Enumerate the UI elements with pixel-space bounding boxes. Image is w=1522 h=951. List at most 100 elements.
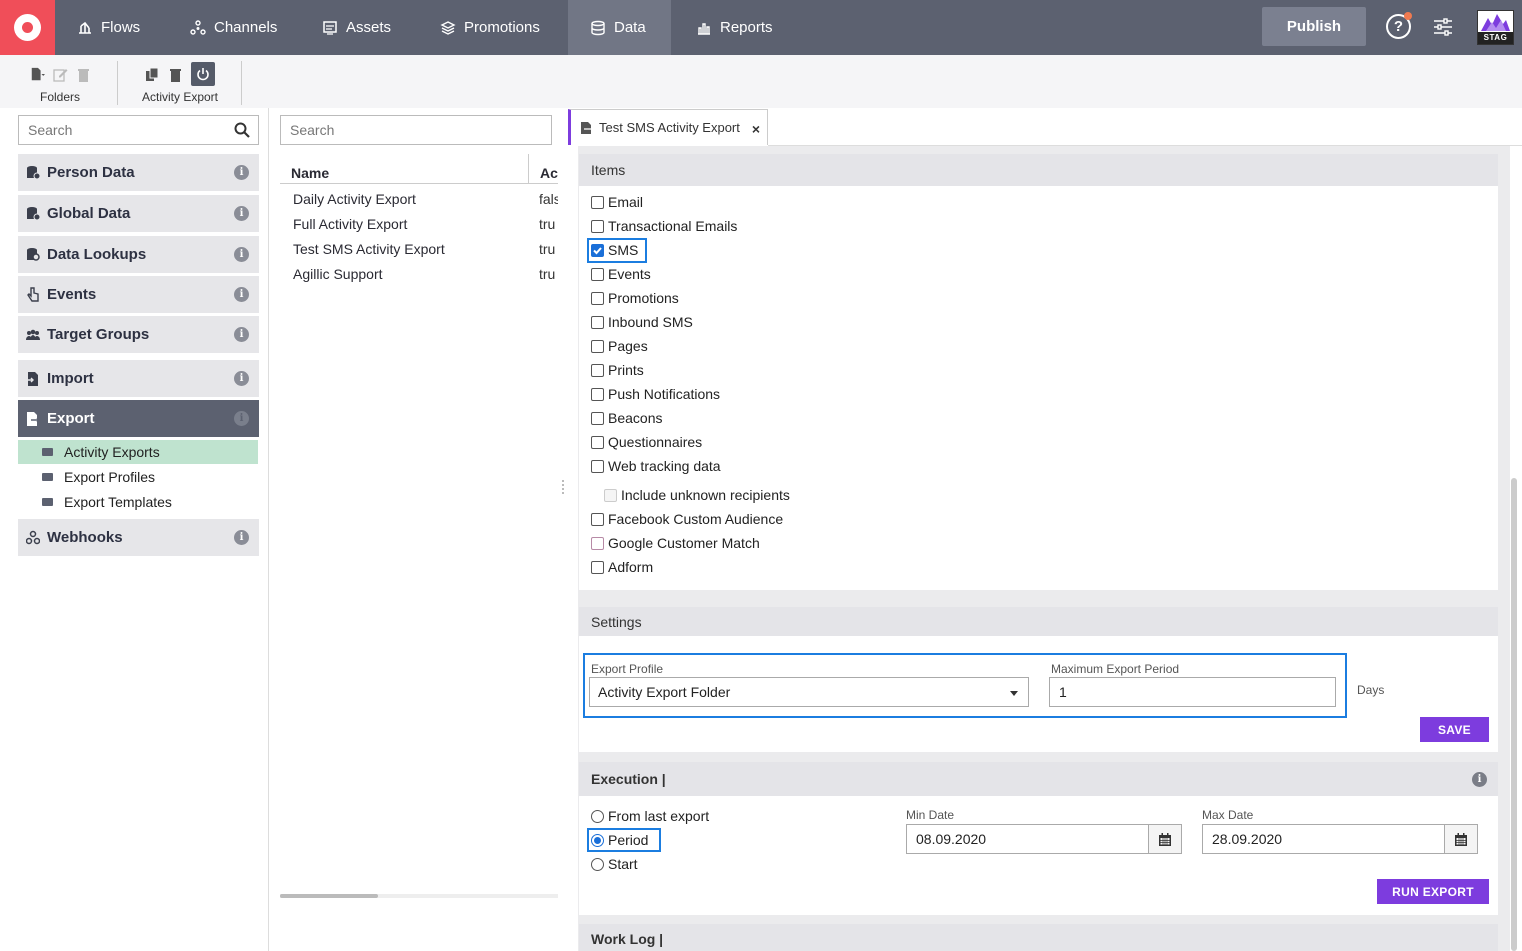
publish-button[interactable]: Publish (1262, 7, 1366, 46)
category-webhooks[interactable]: Webhooks i (18, 519, 259, 556)
settings-header: Settings (579, 607, 1498, 636)
settings-sliders-icon[interactable] (1432, 16, 1454, 38)
min-date-input[interactable]: 08.09.2020 (906, 824, 1182, 854)
folders-tool-group: Folders (16, 61, 104, 104)
include-unknown-recipients-checkbox[interactable]: Include unknown recipients (604, 485, 790, 505)
category-target-groups[interactable]: Target Groups i (18, 316, 259, 353)
info-icon[interactable]: i (1472, 772, 1487, 787)
table-row[interactable]: Agillic Support tru (280, 261, 558, 286)
item-google-customer-match-checkbox[interactable]: Google Customer Match (591, 533, 760, 553)
item-events-checkbox[interactable]: Events (591, 264, 651, 284)
search-icon[interactable] (234, 122, 250, 138)
checkbox[interactable] (591, 291, 604, 305)
nav-reports[interactable]: Reports (674, 0, 784, 55)
category-search-input[interactable]: Search (18, 115, 259, 145)
run-export-button[interactable]: RUN EXPORT (1377, 879, 1489, 904)
radio-button[interactable] (591, 857, 604, 871)
checkbox[interactable] (604, 488, 617, 502)
work-log-header[interactable]: Work Log | (579, 924, 1498, 951)
item-web-tracking-checkbox[interactable]: Web tracking data (591, 456, 721, 476)
checkbox[interactable] (591, 536, 604, 550)
item-prints-checkbox[interactable]: Prints (591, 360, 644, 380)
new-folder-icon[interactable] (30, 66, 45, 83)
nav-channels[interactable]: Channels (168, 0, 292, 55)
info-icon[interactable]: i (234, 287, 249, 302)
horizontal-scrollbar[interactable] (280, 894, 558, 898)
panel-resize-handle[interactable] (562, 480, 564, 494)
radio-start[interactable]: Start (591, 854, 638, 874)
category-person-data[interactable]: Person Data i (18, 154, 259, 191)
info-icon[interactable]: i (234, 165, 249, 180)
checkbox[interactable] (591, 411, 604, 425)
vertical-scrollbar[interactable] (1511, 478, 1517, 951)
item-push-notifications-checkbox[interactable]: Push Notifications (591, 384, 720, 404)
tab-test-sms-activity-export[interactable]: Test SMS Activity Export × (568, 109, 768, 145)
item-promotions-checkbox[interactable]: Promotions (591, 288, 679, 308)
checkbox[interactable] (591, 339, 604, 353)
nav-flows[interactable]: Flows (55, 0, 160, 55)
category-data-lookups[interactable]: Data Lookups i (18, 236, 259, 273)
info-icon[interactable]: i (234, 411, 249, 426)
item-questionnaires-checkbox[interactable]: Questionnaires (591, 432, 702, 452)
item-inbound-sms-checkbox[interactable]: Inbound SMS (591, 312, 693, 332)
tree-item-activity-exports[interactable]: Activity Exports (18, 440, 258, 464)
delete-icon[interactable] (168, 66, 183, 83)
item-adform-checkbox[interactable]: Adform (591, 557, 653, 577)
environment-badge[interactable]: STAG (1477, 10, 1514, 45)
calendar-icon[interactable] (1444, 825, 1477, 853)
copy-icon[interactable] (145, 66, 160, 83)
calendar-icon[interactable] (1148, 825, 1181, 853)
save-button[interactable]: SAVE (1420, 717, 1489, 742)
trash-icon[interactable] (76, 66, 91, 83)
checkbox[interactable] (591, 435, 604, 449)
info-icon[interactable]: i (234, 206, 249, 221)
category-events[interactable]: Events i (18, 276, 259, 313)
category-export[interactable]: Export i (18, 400, 259, 437)
export-profile-select[interactable]: Activity Export Folder (589, 677, 1029, 707)
column-resize-handle[interactable] (528, 154, 529, 183)
item-pages-checkbox[interactable]: Pages (591, 336, 648, 356)
item-facebook-custom-audience-checkbox[interactable]: Facebook Custom Audience (591, 509, 783, 529)
checkbox[interactable] (591, 219, 604, 233)
column-header-name[interactable]: Name (291, 165, 329, 181)
item-transactional-emails-checkbox[interactable]: Transactional Emails (591, 216, 737, 236)
checkbox[interactable] (591, 195, 604, 209)
nav-assets[interactable]: Assets (300, 0, 410, 55)
radio-from-last-export[interactable]: From last export (591, 806, 709, 826)
items-section: Items Email Transactional Emails SMS Eve… (579, 154, 1498, 590)
info-icon[interactable]: i (234, 371, 249, 386)
scrollbar-thumb[interactable] (280, 894, 378, 898)
column-header-active[interactable]: Ac (540, 165, 558, 181)
tree-item-export-templates[interactable]: Export Templates (18, 490, 258, 514)
checkbox[interactable] (591, 267, 604, 281)
app-logo[interactable] (0, 0, 55, 55)
category-import[interactable]: Import i (18, 360, 259, 397)
checkbox[interactable] (591, 315, 604, 329)
max-export-period-input[interactable]: 1 (1049, 677, 1336, 707)
item-email-checkbox[interactable]: Email (591, 192, 643, 212)
radio-button[interactable] (591, 809, 604, 823)
max-date-input[interactable]: 28.09.2020 (1202, 824, 1478, 854)
checkbox[interactable] (591, 459, 604, 473)
info-icon[interactable]: i (234, 327, 249, 342)
checkbox[interactable] (591, 387, 604, 401)
info-icon[interactable]: i (234, 530, 249, 545)
nav-promotions[interactable]: Promotions (418, 0, 563, 55)
export-search-input[interactable]: Search (280, 115, 552, 145)
close-icon[interactable]: × (752, 121, 760, 137)
table-row[interactable]: Test SMS Activity Export tru (280, 236, 558, 261)
edit-icon[interactable] (52, 66, 68, 83)
info-icon[interactable]: i (234, 247, 249, 262)
tree-item-label: Activity Exports (64, 444, 160, 460)
nav-data[interactable]: Data (568, 0, 671, 55)
checkbox[interactable] (591, 512, 604, 526)
checkbox[interactable] (591, 560, 604, 574)
tree-item-export-profiles[interactable]: Export Profiles (18, 465, 258, 489)
item-beacons-checkbox[interactable]: Beacons (591, 408, 662, 428)
checkbox[interactable] (591, 363, 604, 377)
table-row[interactable]: Full Activity Export tru (280, 211, 558, 236)
category-global-data[interactable]: Global Data i (18, 195, 259, 232)
power-icon[interactable] (191, 62, 215, 86)
table-row[interactable]: Daily Activity Export fals (280, 186, 558, 211)
work-log-label: Work Log | (591, 931, 664, 947)
